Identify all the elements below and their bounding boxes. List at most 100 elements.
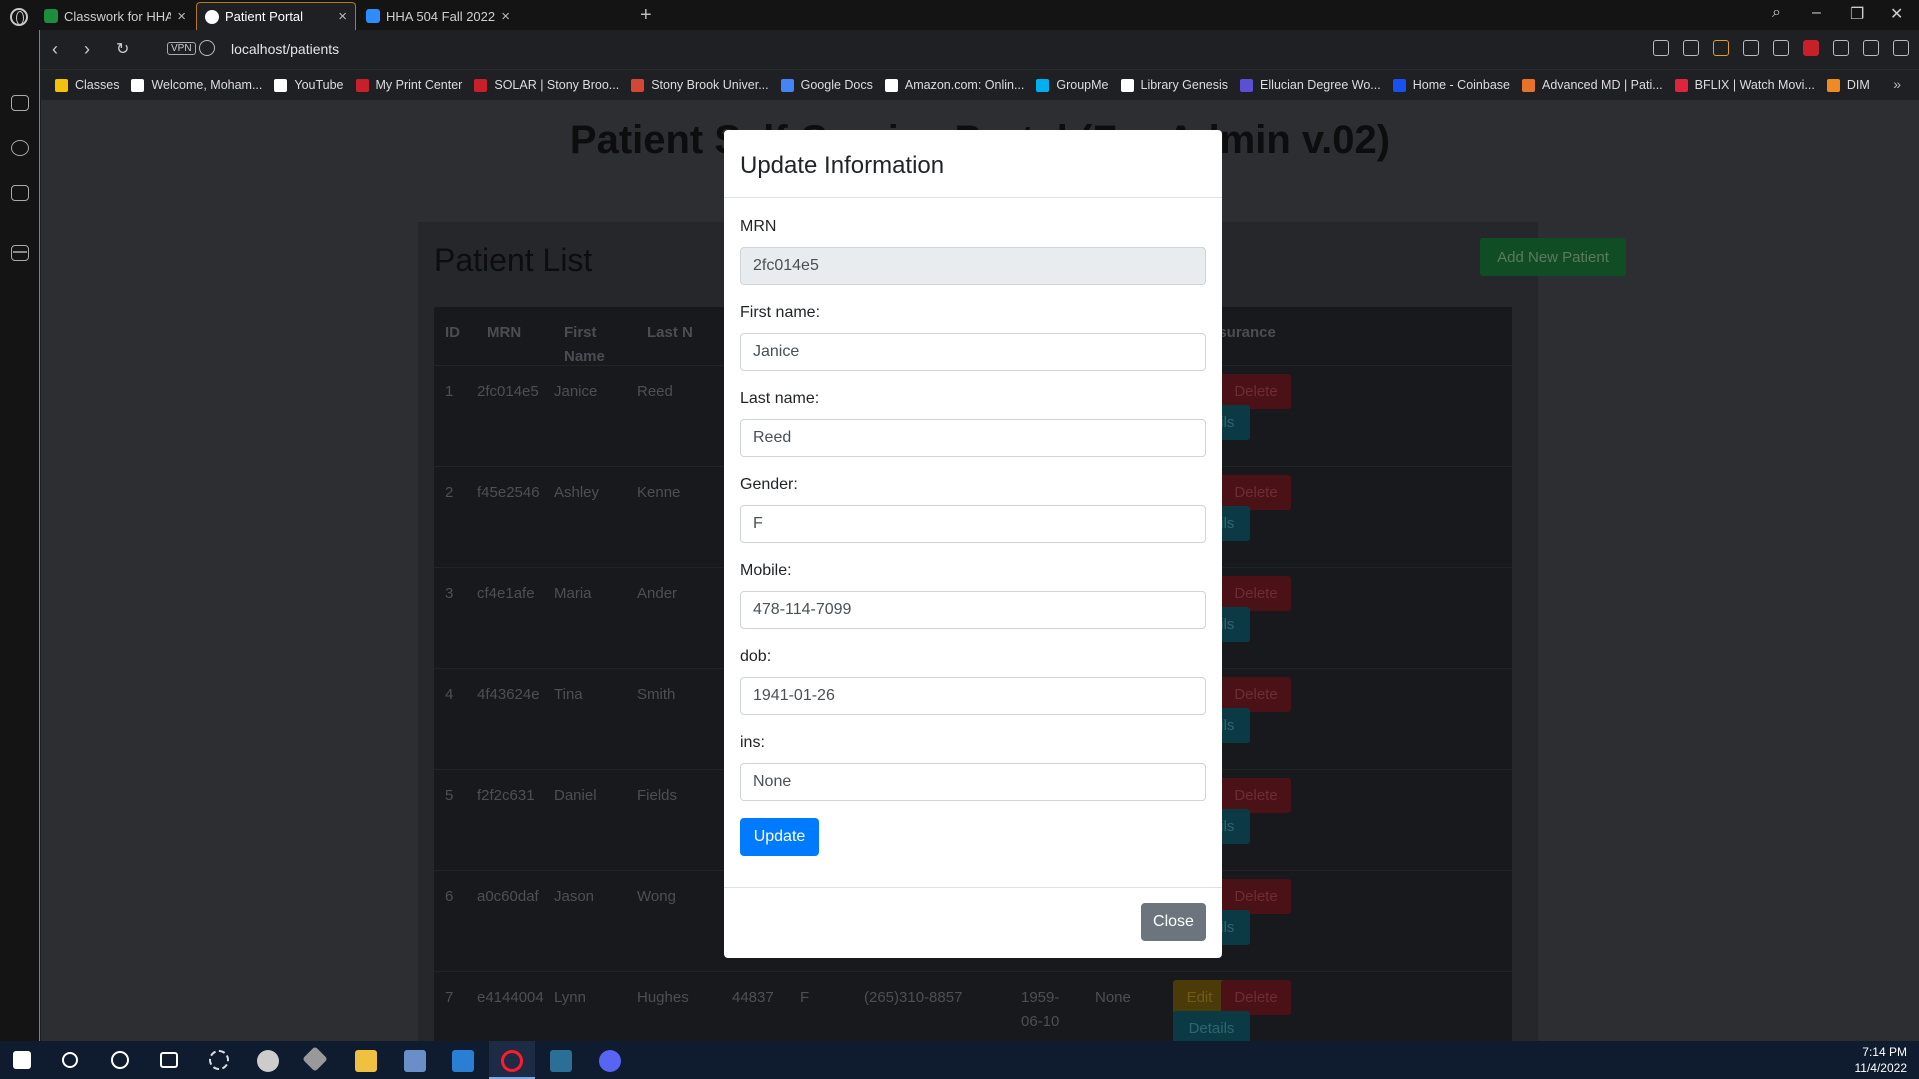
- bookmark-icon: [355, 78, 369, 92]
- vpn-badge[interactable]: VPN: [167, 42, 196, 55]
- bookmark-label: Advanced MD | Pati...: [1541, 78, 1663, 92]
- opera-icon[interactable]: [501, 1050, 523, 1072]
- task-view-icon[interactable]: [160, 1052, 178, 1068]
- forward-icon[interactable]: ›: [84, 39, 90, 60]
- bookmark-item[interactable]: My Print Center: [355, 78, 462, 92]
- cell-mrn: e4144004: [477, 989, 544, 1006]
- close-window-button[interactable]: ✕: [1890, 4, 1903, 24]
- close-icon[interactable]: ×: [338, 8, 347, 25]
- settings-gear-icon[interactable]: [209, 1050, 229, 1070]
- bookmark-item[interactable]: YouTube: [274, 78, 344, 92]
- bookmark-label: Ellucian Degree Wo...: [1260, 78, 1381, 92]
- bookmark-item[interactable]: BFLIX | Watch Movi...: [1674, 78, 1815, 92]
- unity-icon[interactable]: [302, 1046, 328, 1072]
- bookmark-item[interactable]: Welcome, Moham...: [131, 78, 262, 92]
- cell-mrn: f45e2546: [477, 484, 540, 501]
- delete-button[interactable]: Delete: [1221, 576, 1291, 611]
- briefcase-icon[interactable]: [11, 185, 29, 201]
- bookmark-icon: [1392, 78, 1406, 92]
- details-button[interactable]: Details: [1173, 1011, 1250, 1041]
- bookmark-item[interactable]: Advanced MD | Pati...: [1521, 78, 1663, 92]
- add-new-patient-button[interactable]: Add New Patient: [1480, 238, 1626, 276]
- bookmark-label: Amazon.com: Onlin...: [904, 78, 1025, 92]
- tab-classwork[interactable]: Classwork for HHA 504 - Cl ×: [36, 2, 194, 30]
- delete-button[interactable]: Delete: [1221, 677, 1291, 712]
- windows-start-icon[interactable]: [13, 1051, 31, 1069]
- browser-tab-bar: Classwork for HHA 504 - Cl × Patient Por…: [0, 0, 1919, 30]
- mobile-field[interactable]: [740, 591, 1206, 629]
- close-icon[interactable]: ×: [501, 8, 510, 25]
- edit-page-icon[interactable]: [1653, 40, 1669, 56]
- bookmark-item[interactable]: Home - Coinbase: [1392, 78, 1510, 92]
- delete-button[interactable]: Delete: [1221, 879, 1291, 914]
- dob-field[interactable]: [740, 677, 1206, 715]
- last-name-field[interactable]: [740, 419, 1206, 457]
- edit-button[interactable]: Edit: [1173, 980, 1226, 1015]
- insurance-field[interactable]: [740, 763, 1206, 801]
- bookmark-item[interactable]: Classes: [55, 78, 119, 92]
- extensions-cube-icon[interactable]: [1833, 40, 1849, 56]
- minimize-button[interactable]: –: [1812, 4, 1821, 22]
- restore-button[interactable]: ❐: [1850, 4, 1864, 24]
- snapshot-icon[interactable]: [1683, 40, 1699, 56]
- workspace-icon[interactable]: [11, 245, 29, 261]
- bookmark-icon: [1120, 78, 1134, 92]
- menu-icon[interactable]: [1893, 40, 1909, 56]
- cell-first-name: Lynn: [554, 989, 586, 1006]
- delete-button[interactable]: Delete: [1221, 980, 1291, 1015]
- send-icon[interactable]: [1743, 40, 1759, 56]
- search-icon[interactable]: [62, 1052, 78, 1068]
- file-explorer-icon[interactable]: [355, 1050, 377, 1072]
- new-tab-button[interactable]: +: [640, 4, 652, 27]
- shield-icon[interactable]: [1713, 40, 1729, 56]
- column-header-mrn: MRN: [487, 324, 522, 341]
- bookmark-item[interactable]: Ellucian Degree Wo...: [1240, 78, 1381, 92]
- heart-icon[interactable]: [1773, 40, 1789, 56]
- bookmark-item[interactable]: GroupMe: [1036, 78, 1109, 92]
- system-clock[interactable]: 7:14 PM 11/4/2022: [1855, 1044, 1908, 1076]
- search-tabs-icon[interactable]: ⌕: [1772, 4, 1781, 22]
- bookmark-item[interactable]: SOLAR | Stony Broo...: [474, 78, 619, 92]
- delete-button[interactable]: Delete: [1221, 374, 1291, 409]
- close-button[interactable]: Close: [1141, 903, 1206, 941]
- close-icon[interactable]: ×: [177, 8, 186, 25]
- bookmark-item[interactable]: DIM: [1826, 78, 1870, 92]
- vscode-icon[interactable]: [452, 1050, 474, 1072]
- bookmark-item[interactable]: Google Docs: [780, 78, 873, 92]
- field-label: dob:: [740, 648, 772, 665]
- vpn-app-icon[interactable]: [257, 1050, 279, 1072]
- tab-zoom[interactable]: HHA 504 Fall 2022 - Zoom ×: [358, 2, 518, 30]
- tab-patient-portal[interactable]: Patient Portal ×: [196, 2, 356, 30]
- url-field[interactable]: localhost/patients: [231, 41, 339, 57]
- terminal-app-icon[interactable]: [550, 1050, 572, 1072]
- back-icon[interactable]: ‹: [52, 39, 58, 60]
- ublock-icon[interactable]: [1803, 40, 1819, 56]
- bookmark-item[interactable]: Stony Brook Univer...: [631, 78, 769, 92]
- opera-logo-icon[interactable]: [10, 8, 28, 26]
- cell-first-name: Tina: [554, 686, 583, 703]
- site-info-icon[interactable]: [199, 40, 215, 56]
- download-icon[interactable]: [1863, 40, 1879, 56]
- delete-button[interactable]: Delete: [1221, 475, 1291, 510]
- bookmark-label: BFLIX | Watch Movi...: [1694, 78, 1815, 92]
- bookmarks-overflow-icon[interactable]: »: [1893, 76, 1901, 92]
- column-header-id: ID: [445, 324, 460, 341]
- delete-button[interactable]: Delete: [1221, 778, 1291, 813]
- bookmark-item[interactable]: Amazon.com: Onlin...: [884, 78, 1025, 92]
- field-label: Gender:: [740, 476, 798, 493]
- printer-icon[interactable]: [404, 1050, 426, 1072]
- gender-field[interactable]: [740, 505, 1206, 543]
- speed-dial-icon[interactable]: [11, 140, 29, 156]
- update-button[interactable]: Update: [740, 818, 819, 856]
- first-name-field[interactable]: [740, 333, 1206, 371]
- bookmark-label: Welcome, Moham...: [151, 78, 263, 92]
- cortana-icon[interactable]: [111, 1051, 129, 1069]
- cell-last-name: Hughes: [637, 989, 689, 1006]
- reload-icon[interactable]: ↻: [116, 39, 129, 59]
- gamepad-icon[interactable]: [11, 95, 29, 111]
- bookmark-item[interactable]: Library Genesis: [1120, 78, 1228, 92]
- cell-zip: 44837: [732, 989, 774, 1006]
- mrn-field[interactable]: [740, 247, 1206, 285]
- bookmark-icon: [131, 78, 145, 92]
- discord-icon[interactable]: [599, 1050, 621, 1072]
